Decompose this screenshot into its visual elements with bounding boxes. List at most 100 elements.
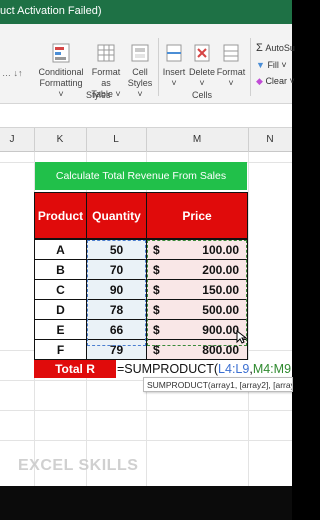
fill-button[interactable]: ▼ Fill ˅ xyxy=(256,60,287,70)
currency-symbol: $ xyxy=(153,242,160,257)
header-price-label: Price xyxy=(182,208,212,223)
product-value: F xyxy=(56,342,65,357)
formula-prefix: =SUMPRODUCT( xyxy=(117,362,219,376)
column-header-l[interactable]: L xyxy=(86,134,146,145)
total-label: Total R xyxy=(55,362,95,376)
currency-symbol: $ xyxy=(153,262,160,277)
autosum-label: AutoSu xyxy=(265,43,295,53)
quantity-cell[interactable]: 50 xyxy=(86,239,147,260)
quantity-value: 70 xyxy=(109,262,124,277)
formula-bar-area xyxy=(0,104,292,128)
quantity-cell[interactable]: 79 xyxy=(86,339,147,360)
quantity-value: 66 xyxy=(109,322,124,337)
cells-group-label: Cells xyxy=(192,90,213,100)
currency-symbol: $ xyxy=(153,342,160,357)
product-cell[interactable]: D xyxy=(34,299,87,320)
conditional-formatting-icon xyxy=(51,42,71,64)
quantity-value: 78 xyxy=(109,302,124,317)
quantity-cell[interactable]: 66 xyxy=(86,319,147,340)
column-header-j[interactable]: J xyxy=(0,134,24,145)
grid-line xyxy=(248,152,249,520)
header-product-label: Product xyxy=(37,208,84,223)
format-label-2: ˅ xyxy=(228,78,234,88)
quantity-value: 90 xyxy=(109,282,124,297)
conditional-formatting-button[interactable]: Conditional Formatting ˅ xyxy=(38,42,84,100)
delete-button[interactable]: Delete ˅ xyxy=(188,42,216,89)
header-product[interactable]: Product xyxy=(34,192,87,239)
price-value: 500.00 xyxy=(202,302,239,317)
column-header-row: J K L M N xyxy=(0,128,292,152)
fill-label: Fill ˅ xyxy=(267,60,287,70)
table-banner: Calculate Total Revenue From Sales xyxy=(35,162,247,190)
ribbon: … ↓↑ Conditional Formatting ˅ Format as … xyxy=(0,24,295,104)
product-value: E xyxy=(56,322,65,337)
insert-icon xyxy=(164,42,184,64)
format-button[interactable]: Format ˅ xyxy=(216,42,246,89)
currency-symbol: $ xyxy=(153,322,160,337)
quantity-cell[interactable]: 90 xyxy=(86,279,147,300)
price-value: 800.00 xyxy=(202,342,239,357)
status-bar xyxy=(0,486,292,520)
cell-styles-button[interactable]: Cell Styles ˅ xyxy=(124,42,156,100)
grid-line xyxy=(0,410,292,411)
format-label: Format xyxy=(216,67,246,77)
group-separator xyxy=(158,38,159,96)
product-value: C xyxy=(56,282,65,297)
quantity-value: 79 xyxy=(109,342,124,357)
fill-icon: ▼ xyxy=(256,60,265,70)
watermark: EXCEL SKILLS xyxy=(18,457,138,475)
styles-group-label: Styles xyxy=(86,90,111,100)
formula-arg-price: M4:M9 xyxy=(252,362,292,376)
column-header-k[interactable]: K xyxy=(34,134,86,145)
delete-label: Delete xyxy=(188,67,215,77)
group-separator-2 xyxy=(250,38,251,96)
quantity-cell[interactable]: 70 xyxy=(86,259,147,280)
product-cell[interactable]: E xyxy=(34,319,87,340)
number-format-icon[interactable]: … ↓↑ xyxy=(2,68,23,78)
column-header-m[interactable]: M xyxy=(146,134,248,145)
total-label-cell[interactable]: Total R xyxy=(34,360,116,378)
formula-edit-cell[interactable]: =SUMPRODUCT(L4:L9, M4:M9 xyxy=(116,360,292,378)
price-cell[interactable]: $900.00 xyxy=(146,319,248,340)
price-cell[interactable]: $500.00 xyxy=(146,299,248,320)
price-value: 200.00 xyxy=(202,262,239,277)
product-cell[interactable]: B xyxy=(34,259,87,280)
watermark-text: EXCEL SKILLS xyxy=(18,457,139,474)
format-as-table-icon xyxy=(96,42,116,64)
quantity-cell[interactable]: 78 xyxy=(86,299,147,320)
product-cell[interactable]: A xyxy=(34,239,87,260)
product-value: A xyxy=(56,242,65,257)
price-cell[interactable]: $100.00 xyxy=(146,239,248,260)
conditional-formatting-label-2: Formatting ˅ xyxy=(39,78,83,99)
conditional-formatting-label: Conditional xyxy=(38,67,84,77)
header-quantity-label: Quantity xyxy=(92,208,141,223)
product-cell[interactable]: C xyxy=(34,279,87,300)
window-title: uct Activation Failed) xyxy=(0,5,102,17)
function-tooltip[interactable]: SUMPRODUCT(array1, [array2], [array3], .… xyxy=(143,377,293,392)
price-cell[interactable]: $800.00 xyxy=(146,339,248,360)
format-icon xyxy=(221,42,241,64)
header-price[interactable]: Price xyxy=(146,192,248,239)
price-value: 900.00 xyxy=(202,322,239,337)
autosum-button[interactable]: Σ AutoSu xyxy=(256,42,295,54)
autosum-icon: Σ xyxy=(256,42,263,54)
delete-icon xyxy=(192,42,212,64)
currency-symbol: $ xyxy=(153,302,160,317)
currency-symbol: $ xyxy=(153,282,160,297)
format-as-table-label: Format as xyxy=(91,67,121,88)
product-cell[interactable]: F xyxy=(34,339,87,360)
quantity-value: 50 xyxy=(109,242,124,257)
cell-styles-icon xyxy=(130,42,150,64)
column-header-n[interactable]: N xyxy=(248,134,292,145)
header-quantity[interactable]: Quantity xyxy=(86,192,147,239)
mouse-cursor-icon xyxy=(236,329,248,349)
clear-button[interactable]: ◆ Clear ˅ xyxy=(256,76,295,87)
insert-button[interactable]: Insert ˅ xyxy=(160,42,188,89)
clear-label: Clear ˅ xyxy=(265,76,295,86)
price-cell[interactable]: $200.00 xyxy=(146,259,248,280)
cell-styles-label: Cell xyxy=(132,67,148,77)
price-cell[interactable]: $150.00 xyxy=(146,279,248,300)
price-value: 150.00 xyxy=(202,282,239,297)
grid-line xyxy=(0,440,292,441)
clear-icon: ◆ xyxy=(256,76,263,86)
